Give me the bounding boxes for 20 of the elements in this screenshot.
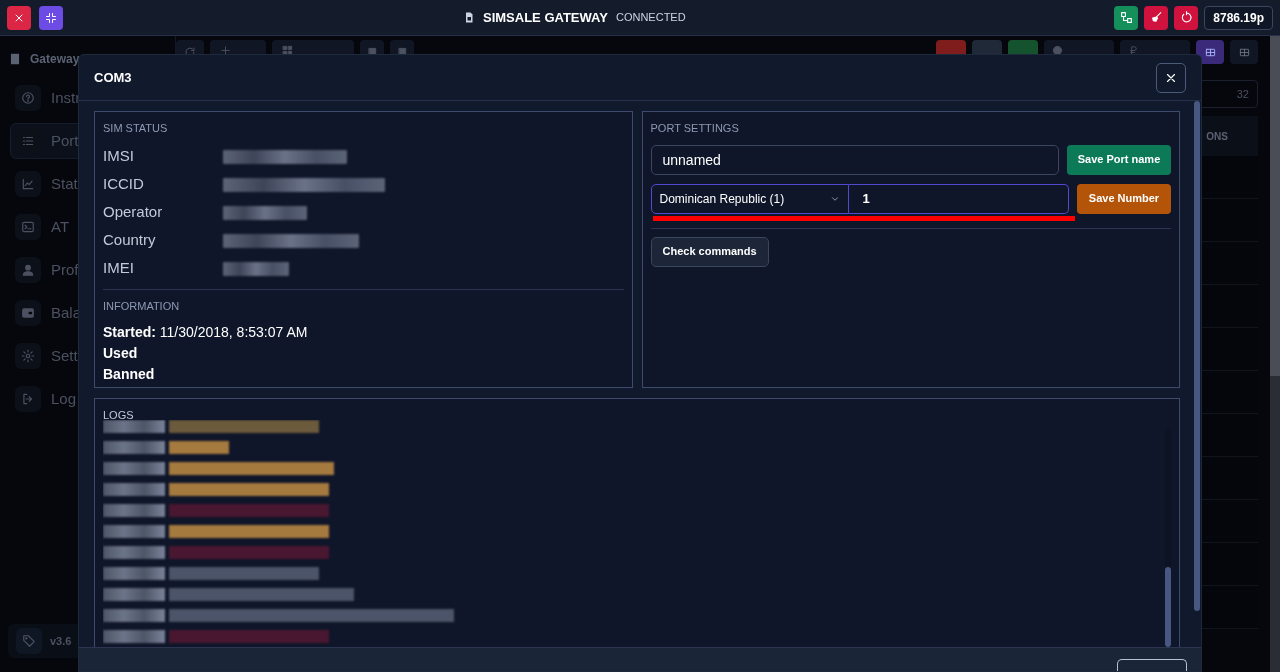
dialog-title: COM3 bbox=[94, 68, 132, 87]
field-label: IMEI bbox=[103, 258, 135, 279]
section-heading: INFORMATION bbox=[103, 298, 181, 314]
column-header: ONS bbox=[1206, 129, 1228, 144]
result-count: 32 bbox=[1236, 86, 1249, 102]
connection-status: CONNECTED bbox=[615, 10, 686, 26]
field-label: Operator bbox=[103, 202, 164, 223]
section-heading: PORT SETTINGS bbox=[650, 121, 740, 136]
info-line: Used bbox=[103, 344, 139, 363]
balance-badge: 8786.19p bbox=[1204, 5, 1273, 30]
section-heading: SIM STATUS bbox=[103, 121, 169, 136]
field-label: Country bbox=[103, 230, 157, 251]
app-title: SIMSALE GATEWAY bbox=[483, 8, 608, 27]
info-line: Started: 11/30/2018, 8:53:07 AM bbox=[103, 323, 309, 342]
version-label: v3.6 bbox=[50, 633, 72, 649]
info-line: Banned bbox=[103, 365, 156, 384]
field-label: IMSI bbox=[103, 146, 135, 167]
section-heading: LOGS bbox=[103, 408, 135, 423]
sidebar-title: Gateway bbox=[30, 51, 80, 68]
field-label: ICCID bbox=[103, 174, 145, 195]
